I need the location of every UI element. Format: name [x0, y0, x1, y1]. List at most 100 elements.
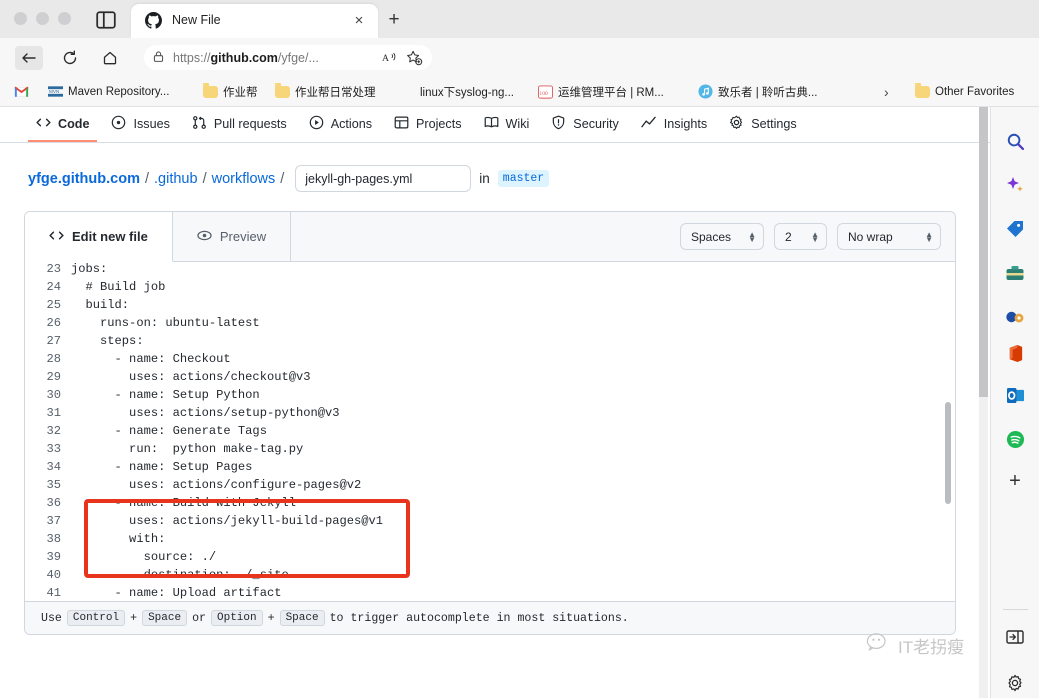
line-content[interactable]: source: ./ — [71, 550, 216, 568]
code-line[interactable]: 38 with: — [25, 532, 955, 550]
tab-edit-new-file[interactable]: Edit new file — [25, 212, 173, 262]
tab-pull-requests[interactable]: Pull requests — [184, 107, 295, 142]
bookmark-gmail[interactable] — [14, 81, 34, 102]
line-content[interactable]: run: python make-tag.py — [71, 442, 303, 460]
code-line[interactable]: 24 # Build job — [25, 280, 955, 298]
tab-projects[interactable]: Projects — [386, 107, 470, 142]
line-content[interactable]: uses: actions/setup-python@v3 — [71, 406, 340, 424]
tab-security[interactable]: Security — [543, 107, 627, 142]
line-number: 36 — [25, 496, 71, 514]
line-content[interactable]: - name: Setup Pages — [71, 460, 252, 478]
code-line[interactable]: 31 uses: actions/setup-python@v3 — [25, 406, 955, 424]
read-aloud-icon[interactable]: A — [380, 49, 400, 67]
line-content[interactable]: - name: Upload artifact — [71, 586, 281, 602]
tab-code[interactable]: Code — [28, 107, 97, 142]
page-scrollbar[interactable] — [979, 107, 988, 698]
code-line[interactable]: 39 source: ./ — [25, 550, 955, 568]
browser-tab[interactable]: New File × — [131, 4, 378, 38]
line-number: 33 — [25, 442, 71, 460]
line-number: 35 — [25, 478, 71, 496]
line-content[interactable]: uses: actions/configure-pages@v2 — [71, 478, 361, 496]
add-favorite-icon[interactable] — [404, 49, 424, 67]
line-content[interactable]: uses: actions/jekyll-build-pages@v1 — [71, 514, 383, 532]
line-content[interactable]: - name: Checkout — [71, 352, 231, 370]
new-tab-icon[interactable]: + — [384, 10, 404, 30]
tab-insights[interactable]: Insights — [633, 107, 715, 142]
close-window-dot[interactable] — [14, 12, 27, 25]
reload-button[interactable] — [56, 46, 84, 70]
minimize-window-dot[interactable] — [36, 12, 49, 25]
tools-icon[interactable] — [999, 257, 1031, 289]
breadcrumb-dir-github[interactable]: .github — [154, 171, 198, 187]
home-button[interactable] — [96, 46, 124, 70]
url-bar[interactable]: https://github.com/yfge/... A — [144, 45, 432, 70]
add-sidebar-app-icon[interactable]: + — [999, 465, 1031, 497]
toggle-sidebar-icon[interactable] — [999, 621, 1031, 653]
sidebar-settings-icon[interactable] — [999, 667, 1031, 698]
indent-size-select[interactable]: 2 ▲▼ — [774, 223, 827, 250]
line-content[interactable]: with: — [71, 532, 165, 550]
editor-scrollbar-thumb[interactable] — [945, 402, 951, 504]
line-content[interactable]: runs-on: ubuntu-latest — [71, 316, 260, 334]
line-content[interactable]: steps: — [71, 334, 144, 352]
page-scrollbar-thumb[interactable] — [979, 107, 988, 397]
code-line[interactable]: 35 uses: actions/configure-pages@v2 — [25, 478, 955, 496]
window-controls[interactable] — [14, 12, 71, 25]
line-content[interactable]: - name: Generate Tags — [71, 424, 267, 442]
tab-label: Settings — [751, 117, 797, 131]
url-text[interactable]: https://github.com/yfge/... — [173, 51, 376, 65]
line-content[interactable]: jobs: — [71, 262, 107, 280]
code-line[interactable]: 36 - name: Build with Jekyll — [25, 496, 955, 514]
other-favorites-folder[interactable]: Other Favorites — [915, 81, 1014, 102]
bookmark-folder-1[interactable]: 作业帮 — [203, 81, 258, 102]
line-content[interactable]: # Build job — [71, 280, 165, 298]
line-content[interactable]: build: — [71, 298, 129, 316]
maximize-window-dot[interactable] — [58, 12, 71, 25]
tab-preview[interactable]: Preview — [173, 212, 291, 261]
code-line[interactable]: 28 - name: Checkout — [25, 352, 955, 370]
bookmark-folder-2[interactable]: 作业帮日常处理 — [275, 81, 376, 102]
office-icon[interactable] — [999, 337, 1031, 369]
code-editor-area[interactable]: 23jobs:24 # Build job25 build:26 runs-on… — [25, 262, 955, 602]
copilot-sparkle-icon[interactable] — [999, 169, 1031, 201]
tab-issues[interactable]: Issues — [103, 107, 177, 142]
code-line[interactable]: 26 runs-on: ubuntu-latest — [25, 316, 955, 334]
code-line[interactable]: 33 run: python make-tag.py — [25, 442, 955, 460]
code-line[interactable]: 27 steps: — [25, 334, 955, 352]
code-line[interactable]: 23jobs: — [25, 262, 955, 280]
code-line[interactable]: 37 uses: actions/jekyll-build-pages@v1 — [25, 514, 955, 532]
back-button[interactable] — [15, 46, 43, 70]
bookmarks-overflow-icon[interactable]: › — [884, 81, 889, 102]
code-line[interactable]: 29 uses: actions/checkout@v3 — [25, 370, 955, 388]
code-line[interactable]: 30 - name: Setup Python — [25, 388, 955, 406]
search-icon[interactable] — [999, 125, 1031, 157]
code-line[interactable]: 34 - name: Setup Pages — [25, 460, 955, 478]
bookmark-music[interactable]: 致乐者 | 聆听古典... — [698, 81, 817, 102]
breadcrumb-dir-workflows[interactable]: workflows — [212, 171, 276, 187]
bookmark-maven[interactable]: MVN Maven Repository... — [48, 81, 169, 102]
close-tab-icon[interactable]: × — [350, 12, 368, 30]
tab-settings[interactable]: Settings — [721, 107, 805, 142]
code-line[interactable]: 40 destination: ./_site — [25, 568, 955, 586]
spotify-icon[interactable] — [999, 423, 1031, 455]
line-content[interactable]: - name: Build with Jekyll — [71, 496, 296, 514]
tab-wiki[interactable]: Wiki — [476, 107, 538, 142]
line-content[interactable]: destination: ./_site — [71, 568, 289, 586]
bookmark-syslog[interactable]: linux下syslog-ng... — [420, 81, 514, 102]
code-line[interactable]: 41 - name: Upload artifact — [25, 586, 955, 602]
line-content[interactable]: - name: Setup Python — [71, 388, 260, 406]
outlook-icon[interactable] — [999, 379, 1031, 411]
shopping-tag-icon[interactable] — [999, 213, 1031, 245]
breadcrumb-repo[interactable]: yfge.github.com — [28, 171, 140, 187]
line-content[interactable]: uses: actions/checkout@v3 — [71, 370, 311, 388]
tab-actions-icon[interactable] — [95, 10, 117, 30]
bookmark-ops-platform[interactable]: 100 运维管理平台 | RM... — [538, 81, 664, 102]
games-icon[interactable] — [999, 301, 1031, 333]
git-pull-request-icon — [192, 115, 207, 133]
filename-input[interactable] — [295, 165, 471, 192]
wrap-mode-select[interactable]: No wrap ▲▼ — [837, 223, 941, 250]
code-line[interactable]: 32 - name: Generate Tags — [25, 424, 955, 442]
code-line[interactable]: 25 build: — [25, 298, 955, 316]
indent-mode-select[interactable]: Spaces ▲▼ — [680, 223, 764, 250]
tab-actions[interactable]: Actions — [301, 107, 380, 142]
